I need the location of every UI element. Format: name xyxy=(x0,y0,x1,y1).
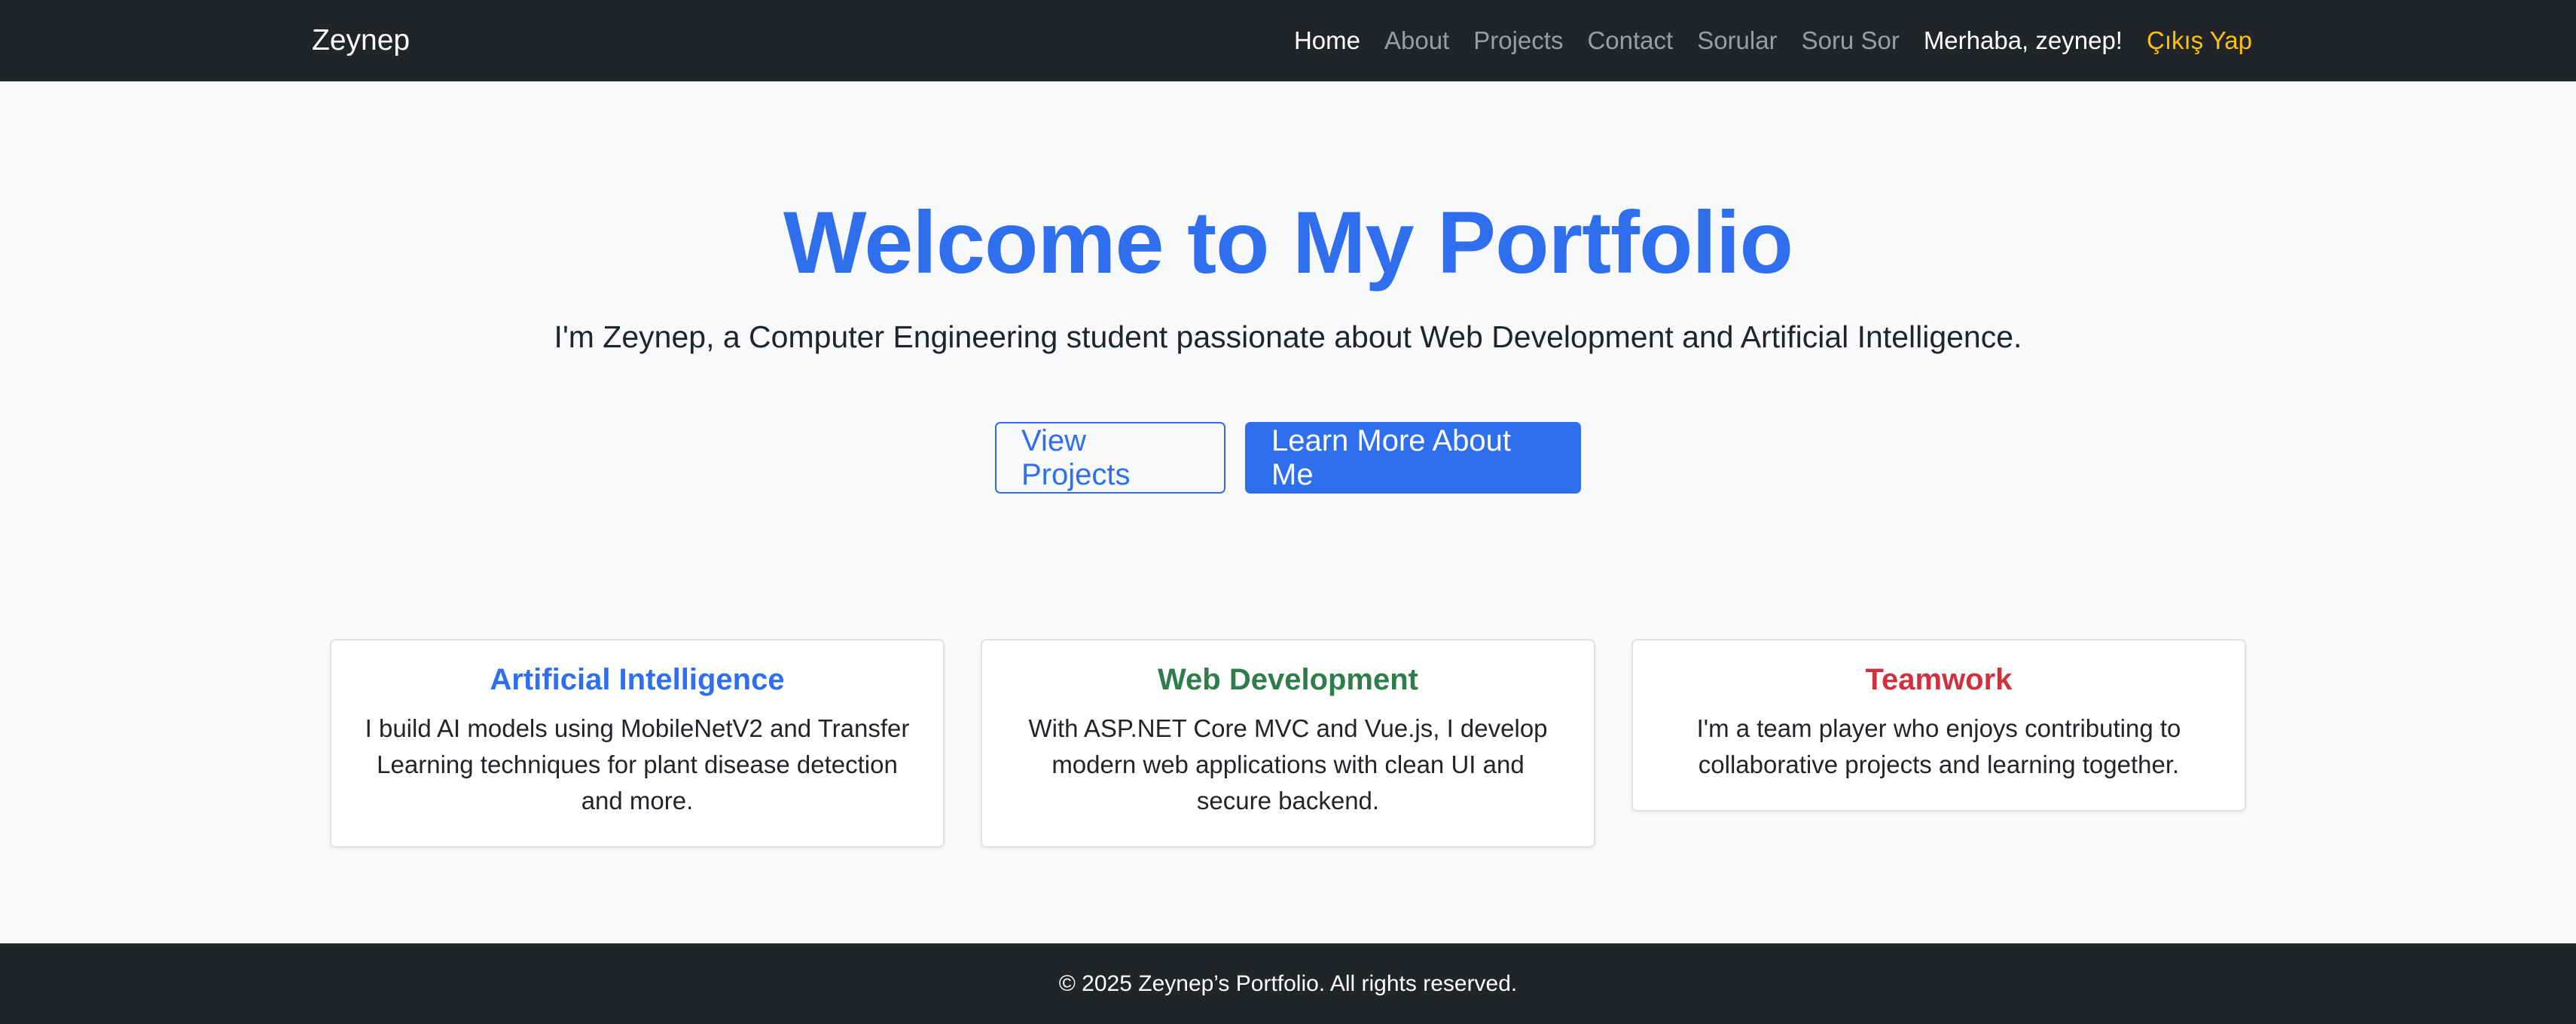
footer: © 2025 Zeynep’s Portfolio. All rights re… xyxy=(0,943,2576,1024)
card-text: With ASP.NET Core MVC and Vue.js, I deve… xyxy=(1028,714,1548,815)
card-text: I'm a team player who enjoys contributin… xyxy=(1696,714,2181,778)
hero-buttons: View Projects Learn More About Me xyxy=(0,422,2576,494)
card-teamwork: Teamwork I'm a team player who enjoys co… xyxy=(1631,639,2246,812)
card-title: Artificial Intelligence xyxy=(490,663,785,696)
nav-link-ask-question[interactable]: Soru Sor xyxy=(1802,26,1900,55)
card-artificial-intelligence: Artificial Intelligence I build AI model… xyxy=(330,639,945,848)
card-title: Web Development xyxy=(1158,663,1418,696)
nav-link-questions[interactable]: Sorular xyxy=(1697,26,1777,55)
card-title: Teamwork xyxy=(1865,663,2013,696)
nav-link-contact[interactable]: Contact xyxy=(1587,26,1673,55)
hero-subtitle: I'm Zeynep, a Computer Engineering stude… xyxy=(554,319,2022,354)
logout-link[interactable]: Çıkış Yap xyxy=(2147,26,2252,55)
nav-menu: Home About Projects Contact Sorular Soru… xyxy=(1294,0,2252,81)
nav-link-about[interactable]: About xyxy=(1384,26,1449,55)
card-text: I build AI models using MobileNetV2 and … xyxy=(365,714,910,815)
nav-link-projects[interactable]: Projects xyxy=(1473,26,1563,55)
footer-copyright: © 2025 Zeynep’s Portfolio. All rights re… xyxy=(1058,971,1518,996)
brand-link[interactable]: Zeynep xyxy=(312,0,410,81)
user-greeting: Merhaba, zeynep! xyxy=(1923,26,2123,54)
view-projects-button[interactable]: View Projects xyxy=(995,422,1225,494)
card-web-development: Web Development With ASP.NET Core MVC an… xyxy=(981,639,1595,848)
learn-more-button[interactable]: Learn More About Me xyxy=(1245,422,1581,494)
hero-title: Welcome to My Portfolio xyxy=(783,193,1793,292)
navbar: Zeynep Home About Projects Contact Sorul… xyxy=(0,0,2576,81)
nav-link-home[interactable]: Home xyxy=(1294,26,1360,55)
